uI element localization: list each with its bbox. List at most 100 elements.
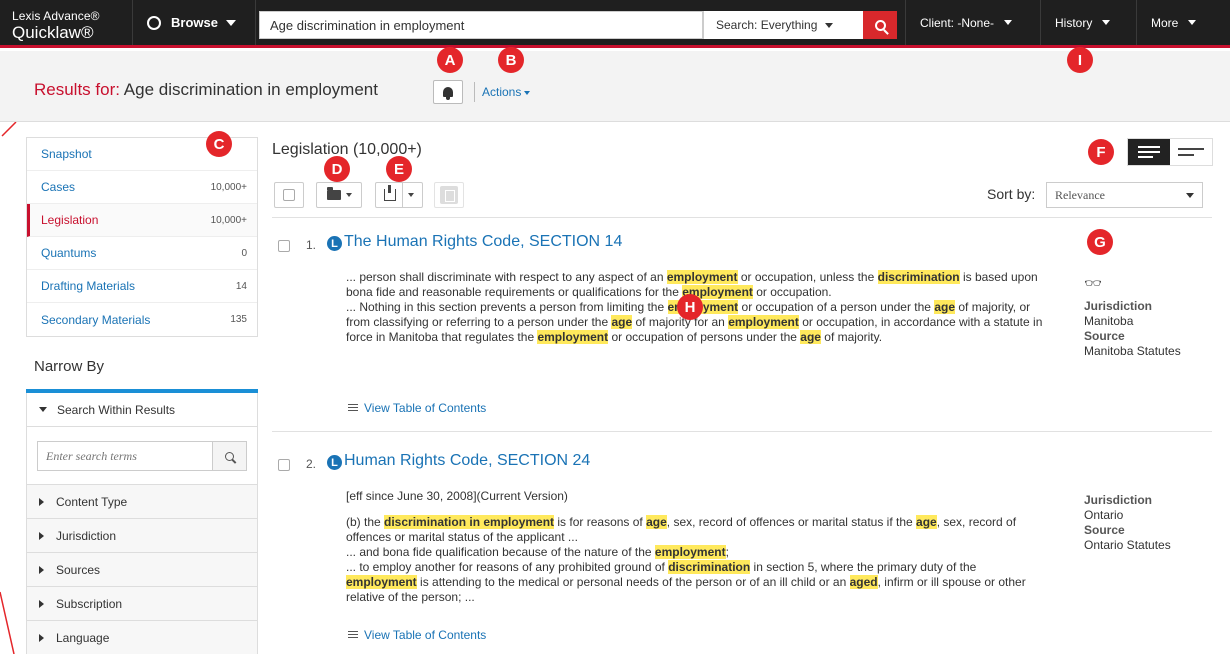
- filter-label: Subscription: [56, 596, 123, 611]
- chevron-down-icon: [1004, 20, 1013, 25]
- search-scope-dropdown[interactable]: Search: Everything: [703, 11, 863, 39]
- callout-i: I: [1067, 47, 1093, 73]
- narrow-by-panel: Search Within Results Content Type Juris…: [26, 389, 258, 654]
- caret-down-icon: [39, 407, 47, 412]
- facet-drafting-materials[interactable]: Drafting Materials 14: [27, 270, 257, 303]
- facet-cases[interactable]: Cases 10,000+: [27, 171, 257, 204]
- callout-h: H: [677, 294, 703, 320]
- sort-value: Relevance: [1055, 187, 1105, 202]
- history-label: History: [1055, 15, 1093, 30]
- logo-line1: Lexis Advance®: [12, 9, 100, 23]
- divider: [474, 82, 475, 102]
- facet-legislation[interactable]: Legislation 10,000+: [27, 204, 257, 237]
- search-within-input[interactable]: [38, 442, 212, 470]
- search-input[interactable]: [259, 11, 703, 39]
- filter-label: Sources: [56, 562, 101, 577]
- facet-quantums[interactable]: Quantums 0: [27, 237, 257, 270]
- divider: [272, 431, 1212, 432]
- top-navigation-bar: Lexis Advance® Quicklaw® Browse Search: …: [0, 0, 1230, 48]
- list-icon: [348, 630, 358, 640]
- content-type-facets: Snapshot Cases 10,000+ Legislation 10,000+…: [26, 137, 258, 337]
- client-dropdown[interactable]: Client: -None-: [905, 0, 1040, 45]
- add-to-folder-button[interactable]: [316, 182, 362, 208]
- document-icon: [440, 186, 458, 204]
- facet-count: 135: [230, 314, 247, 325]
- list-icon: [348, 403, 358, 413]
- filter-sources[interactable]: Sources: [26, 553, 258, 587]
- view-toc-link[interactable]: View Table of Contents: [348, 401, 486, 415]
- view-toc-link[interactable]: View Table of Contents: [348, 628, 486, 642]
- callout-a: A: [437, 47, 463, 73]
- facet-secondary-materials[interactable]: Secondary Materials 135: [27, 303, 257, 336]
- result-title-link[interactable]: The Human Rights Code, SECTION 14: [344, 233, 622, 251]
- toc-label: View Table of Contents: [364, 628, 487, 642]
- preview-glasses-icon[interactable]: 👓︎: [1084, 276, 1181, 291]
- facet-count: 10,000+: [210, 214, 247, 226]
- sort-dropdown[interactable]: Relevance: [1046, 182, 1203, 208]
- more-dropdown[interactable]: More: [1136, 0, 1230, 45]
- actions-label: Actions: [482, 85, 522, 99]
- divider: [272, 217, 1212, 218]
- history-dropdown[interactable]: History: [1040, 0, 1136, 45]
- document-button-disabled[interactable]: [434, 182, 464, 208]
- result-checkbox[interactable]: [278, 459, 290, 471]
- sort-label: Sort by:: [987, 186, 1036, 202]
- client-label: Client: -None-: [920, 15, 995, 30]
- chevron-down-icon: [524, 90, 531, 95]
- more-label: More: [1151, 15, 1179, 30]
- result-number: 2.: [306, 457, 317, 471]
- select-all-checkbox[interactable]: [274, 182, 304, 208]
- result-snippet: (b) the discrimination in employment is …: [346, 515, 1026, 604]
- search-within-toggle[interactable]: Search Within Results: [26, 393, 258, 427]
- logo-line2: Quicklaw®: [12, 23, 94, 42]
- results-query: Age discrimination in employment: [123, 80, 378, 99]
- lexis-logo[interactable]: Lexis Advance® Quicklaw®: [12, 10, 100, 41]
- filter-jurisdiction[interactable]: Jurisdiction: [26, 519, 258, 553]
- download-button[interactable]: [375, 182, 423, 208]
- facet-label: Quantums: [41, 246, 97, 260]
- callout-e: E: [386, 156, 412, 182]
- filter-subscription[interactable]: Subscription: [26, 587, 258, 621]
- caret-right-icon: [39, 565, 44, 574]
- toc-label: View Table of Contents: [364, 401, 487, 415]
- facet-label: Cases: [41, 180, 76, 194]
- chevron-down-icon: [225, 19, 236, 26]
- globe-icon: [147, 15, 161, 30]
- browse-button[interactable]: Browse: [132, 0, 256, 45]
- actions-menu[interactable]: Actions: [482, 85, 531, 99]
- result-metadata: Jurisdiction Ontario Source Ontario Stat…: [1084, 493, 1171, 553]
- result-status: [eff since June 30, 2008](Current Versio…: [346, 489, 568, 503]
- facet-label: Drafting Materials: [41, 279, 136, 293]
- facet-label: Legislation: [41, 213, 99, 227]
- chevron-down-icon: [408, 193, 414, 197]
- filter-label: Language: [56, 630, 110, 645]
- callout-b: B: [498, 47, 524, 73]
- result-checkbox[interactable]: [278, 240, 290, 252]
- filter-language[interactable]: Language: [26, 621, 258, 654]
- search-within-button[interactable]: [212, 442, 246, 470]
- chevron-down-icon: [825, 22, 834, 28]
- callout-g: G: [1087, 229, 1113, 255]
- search-within-wrap: [37, 441, 247, 471]
- filter-content-type[interactable]: Content Type: [26, 485, 258, 519]
- result-metadata: 👓︎ Jurisdiction Manitoba Source Manitoba…: [1084, 276, 1181, 359]
- compact-view-button[interactable]: [1170, 139, 1212, 165]
- results-title: Results for: Age discrimination in emplo…: [34, 80, 378, 100]
- source-value: Manitoba Statutes: [1084, 344, 1181, 358]
- legislation-icon: L: [327, 236, 342, 251]
- result-title-link[interactable]: Human Rights Code, SECTION 24: [344, 452, 590, 470]
- jurisdiction-value: Ontario: [1084, 508, 1124, 522]
- filter-label: Jurisdiction: [56, 528, 117, 543]
- search-button[interactable]: [863, 11, 897, 39]
- view-toggle: [1127, 138, 1213, 166]
- divider: [402, 182, 403, 208]
- source-key: Source: [1084, 523, 1125, 537]
- search-icon: [225, 451, 234, 461]
- source-key: Source: [1084, 329, 1125, 343]
- legislation-icon: L: [327, 455, 342, 470]
- alert-button[interactable]: [433, 80, 463, 104]
- detailed-view-button[interactable]: [1128, 139, 1171, 165]
- search-within-box: [26, 427, 258, 485]
- download-icon: [384, 185, 396, 201]
- results-header: Results for: Age discrimination in emplo…: [0, 51, 1230, 122]
